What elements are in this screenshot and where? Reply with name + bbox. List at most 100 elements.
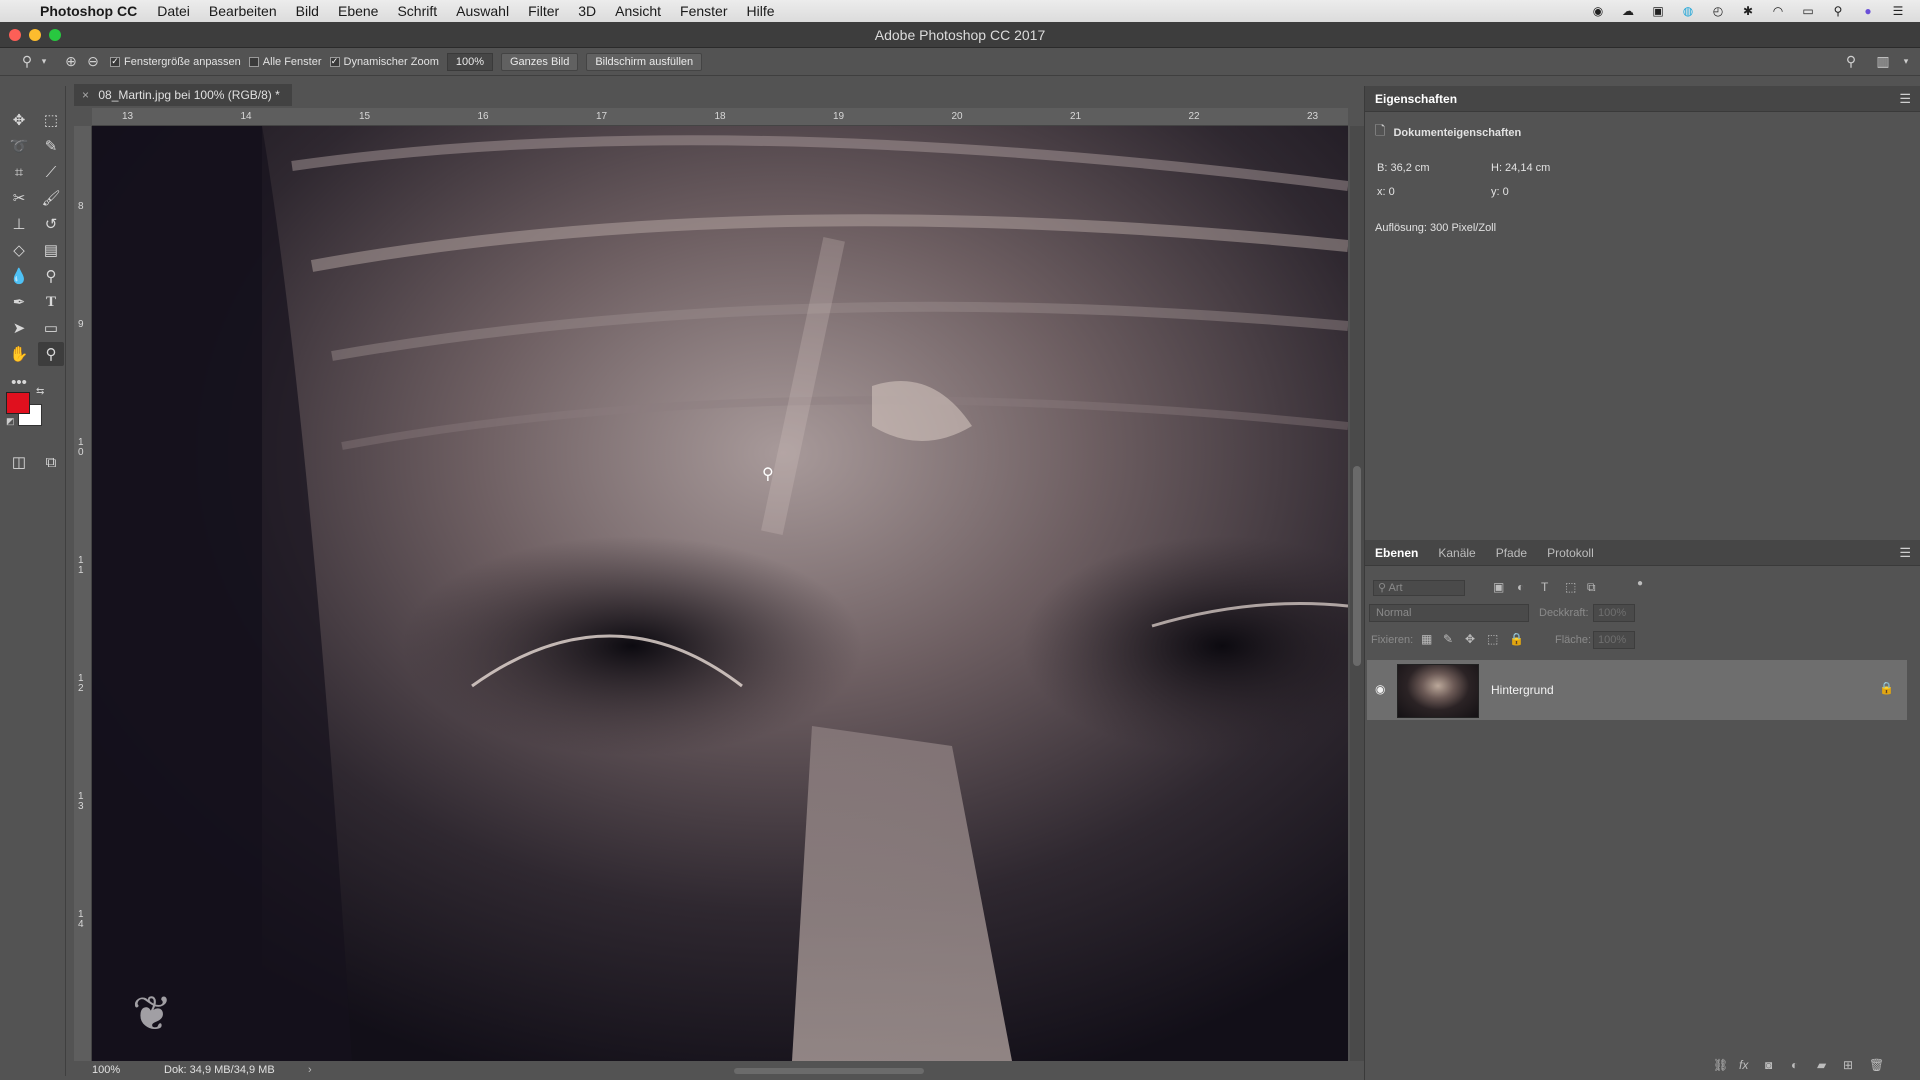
zoom-tool-icon[interactable]: ⚲: [38, 342, 64, 366]
display-icon[interactable]: ▣: [1650, 4, 1666, 18]
chevron-down-icon[interactable]: ▾: [1900, 51, 1912, 73]
airplay-icon[interactable]: ▭: [1800, 4, 1816, 18]
crop-tool-icon[interactable]: ⌗: [6, 160, 32, 184]
horizontal-scrollbar[interactable]: [734, 1068, 924, 1074]
pen-tool-icon[interactable]: ✒: [6, 290, 32, 314]
tab-kanaele[interactable]: Kanäle: [1428, 546, 1485, 560]
lock-position-icon[interactable]: ✥: [1465, 632, 1475, 646]
filter-smart-object-icon[interactable]: ⧉: [1587, 580, 1596, 595]
menu-fenster[interactable]: Fenster: [680, 3, 727, 19]
lock-artboard-icon[interactable]: ⬚: [1487, 632, 1498, 646]
menu-auswahl[interactable]: Auswahl: [456, 3, 509, 19]
fill-field[interactable]: 100%: [1593, 631, 1635, 649]
dodge-tool-icon[interactable]: ⚲: [38, 264, 64, 288]
layer-filter-field[interactable]: ⚲ Art: [1373, 580, 1465, 596]
menu-bild[interactable]: Bild: [296, 3, 319, 19]
layer-style-icon[interactable]: fx: [1739, 1058, 1748, 1072]
vertical-scrollbar[interactable]: [1350, 126, 1364, 1061]
status-zoom[interactable]: 100%: [92, 1061, 120, 1080]
more-tools-icon[interactable]: •••: [6, 370, 32, 394]
notification-icon[interactable]: ☰: [1890, 4, 1906, 18]
menu-bearbeiten[interactable]: Bearbeiten: [209, 3, 277, 19]
filter-toggle-icon[interactable]: ●: [1637, 578, 1643, 589]
lock-all-icon[interactable]: 🔒: [1509, 632, 1524, 646]
menu-hilfe[interactable]: Hilfe: [747, 3, 775, 19]
add-mask-icon[interactable]: ◙: [1765, 1058, 1772, 1072]
fit-window-checkbox[interactable]: ✓ Fenstergröße anpassen: [110, 56, 241, 68]
full-image-button[interactable]: Ganzes Bild: [501, 52, 579, 71]
dynamic-zoom-checkbox[interactable]: ✓ Dynamischer Zoom: [329, 56, 439, 68]
history-brush-tool-icon[interactable]: ↺: [38, 212, 64, 236]
menu-ebene[interactable]: Ebene: [338, 3, 378, 19]
filter-pixel-icon[interactable]: ▣: [1493, 580, 1504, 594]
image-canvas[interactable]: ⚲ ❦: [92, 126, 1348, 1061]
bluetooth-icon[interactable]: ✱: [1740, 4, 1756, 18]
stamp-tool-icon[interactable]: ⊥: [6, 212, 32, 236]
marquee-tool-icon[interactable]: ⬚: [38, 108, 64, 132]
blend-mode-select[interactable]: Normal: [1369, 604, 1529, 622]
menu-app-name[interactable]: Photoshop CC: [40, 3, 137, 19]
default-colors-icon[interactable]: ◩: [6, 416, 15, 427]
delete-layer-icon[interactable]: 🗑: [1869, 1058, 1884, 1072]
rectangle-tool-icon[interactable]: ▭: [38, 316, 64, 340]
move-tool-icon[interactable]: ✥: [6, 108, 32, 132]
zoom-window-icon[interactable]: [49, 29, 61, 41]
link-layers-icon[interactable]: ⛓: [1713, 1058, 1728, 1072]
wifi-icon[interactable]: ◠: [1770, 4, 1786, 18]
screen-mode-icon[interactable]: ⧉: [38, 450, 64, 474]
filter-type-icon[interactable]: T: [1541, 580, 1548, 594]
document-tab[interactable]: × 08_Martin.jpg bei 100% (RGB/8) *: [74, 84, 292, 106]
scroll-thumb[interactable]: [1353, 466, 1361, 666]
eraser-tool-icon[interactable]: ◇: [6, 238, 32, 262]
zoom-percent-field[interactable]: 100%: [446, 52, 493, 71]
healing-brush-tool-icon[interactable]: ✂: [6, 186, 32, 210]
chevron-down-icon[interactable]: ▾: [38, 51, 50, 73]
quick-mask-icon[interactable]: ◫: [6, 450, 32, 474]
filter-shape-icon[interactable]: ⬚: [1565, 580, 1576, 594]
quick-selection-tool-icon[interactable]: ✎: [38, 134, 64, 158]
zoom-in-icon[interactable]: ⊕: [60, 51, 82, 73]
panel-menu-icon[interactable]: ☰: [1899, 545, 1911, 561]
spotlight-icon[interactable]: ⚲: [1830, 4, 1846, 18]
sync-icon[interactable]: ◍: [1680, 4, 1696, 18]
path-selection-tool-icon[interactable]: ➤: [6, 316, 32, 340]
close-tab-icon[interactable]: ×: [82, 88, 89, 102]
eyedropper-tool-icon[interactable]: ⟋: [38, 160, 64, 184]
menu-ansicht[interactable]: Ansicht: [615, 3, 661, 19]
type-tool-icon[interactable]: T: [38, 290, 64, 314]
creative-cloud-icon[interactable]: ☁: [1620, 4, 1636, 18]
workspace-icon[interactable]: ▥: [1872, 51, 1894, 73]
lock-transparent-icon[interactable]: ▦: [1421, 632, 1432, 646]
foreground-color-swatch[interactable]: [6, 392, 30, 414]
new-group-icon[interactable]: ▰: [1817, 1058, 1826, 1072]
search-icon[interactable]: ⚲: [1840, 51, 1862, 73]
tab-ebenen[interactable]: Ebenen: [1365, 546, 1428, 560]
all-windows-checkbox[interactable]: Alle Fenster: [248, 56, 322, 68]
lock-pixels-icon[interactable]: ✎: [1443, 632, 1453, 646]
time-machine-icon[interactable]: ◴: [1710, 4, 1726, 18]
adjustment-layer-icon[interactable]: ◐: [1791, 1058, 1798, 1072]
siri-icon[interactable]: ●: [1860, 4, 1876, 18]
blur-tool-icon[interactable]: 💧: [6, 264, 32, 288]
menu-filter[interactable]: Filter: [528, 3, 559, 19]
status-menu-icon[interactable]: ›: [308, 1061, 312, 1080]
menu-schrift[interactable]: Schrift: [397, 3, 437, 19]
brush-tool-icon[interactable]: 🖌: [38, 186, 64, 210]
visibility-eye-icon[interactable]: ◉: [1375, 682, 1385, 696]
close-window-icon[interactable]: [9, 29, 21, 41]
tab-protokoll[interactable]: Protokoll: [1537, 546, 1604, 560]
filter-adjustment-icon[interactable]: ◐: [1517, 580, 1524, 594]
swap-colors-icon[interactable]: ⇆: [36, 386, 44, 397]
menu-3d[interactable]: 3D: [578, 3, 596, 19]
hand-tool-icon[interactable]: ✋: [6, 342, 32, 366]
minimize-window-icon[interactable]: [29, 29, 41, 41]
menu-datei[interactable]: Datei: [157, 3, 190, 19]
layer-name[interactable]: Hintergrund: [1491, 683, 1554, 697]
zoom-out-icon[interactable]: ⊖: [82, 51, 104, 73]
new-layer-icon[interactable]: ⊞: [1843, 1058, 1853, 1072]
record-icon[interactable]: ◉: [1590, 4, 1606, 18]
lasso-tool-icon[interactable]: ➰: [6, 134, 32, 158]
panel-menu-icon[interactable]: ☰: [1899, 91, 1911, 107]
fill-screen-button[interactable]: Bildschirm ausfüllen: [586, 52, 703, 71]
tab-pfade[interactable]: Pfade: [1486, 546, 1537, 560]
